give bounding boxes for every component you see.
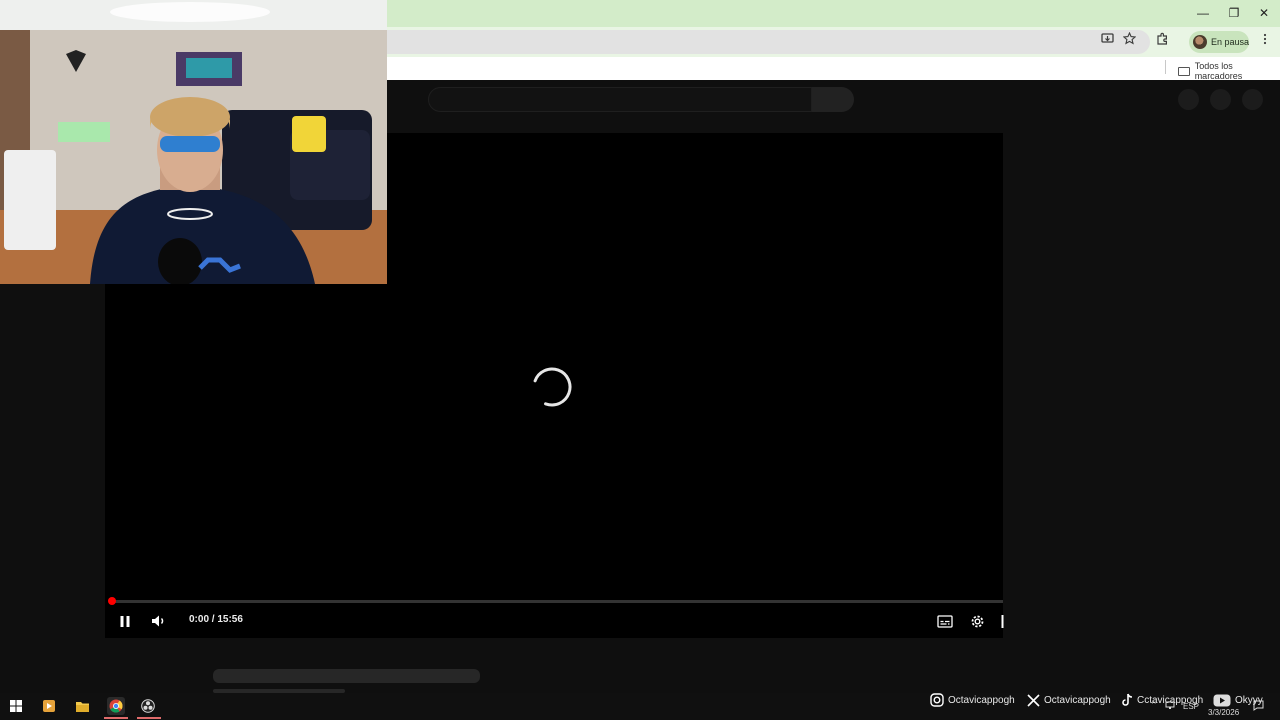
- obs-icon[interactable]: [139, 697, 157, 715]
- minimize-button[interactable]: —: [1188, 4, 1218, 22]
- chrome-icon[interactable]: [107, 697, 125, 715]
- title-placeholder: [213, 669, 480, 683]
- close-button[interactable]: ✕: [1249, 4, 1279, 22]
- youtube-icon: [1213, 694, 1231, 706]
- volume-icon[interactable]: [150, 612, 168, 630]
- search-input[interactable]: [428, 87, 812, 112]
- input-language[interactable]: ESP: [1183, 702, 1199, 711]
- bookmark-star-icon[interactable]: [1120, 31, 1138, 50]
- instagram-icon: [930, 693, 944, 707]
- avatar: [1193, 35, 1207, 49]
- all-bookmarks-folder[interactable]: Todos los marcadores: [1178, 61, 1280, 81]
- bookmarks-divider: [1165, 60, 1166, 74]
- progress-scrubber[interactable]: [108, 597, 116, 605]
- time-display: 0:00 / 15:56: [189, 614, 243, 625]
- extensions-icon[interactable]: [1153, 32, 1171, 50]
- windows-start-icon[interactable]: [7, 697, 25, 715]
- active-app-indicator: [104, 717, 128, 719]
- network-icon[interactable]: [1165, 701, 1175, 712]
- fullscreen-button[interactable]: [999, 612, 1005, 630]
- search-button[interactable]: [812, 87, 854, 112]
- webcam-overlay: [0, 0, 387, 284]
- social-x: Octavicappogh: [1027, 693, 1111, 707]
- more-menu-icon[interactable]: [1256, 32, 1274, 50]
- header-action-placeholder[interactable]: [1178, 89, 1199, 110]
- header-action-placeholder[interactable]: [1242, 89, 1263, 110]
- restore-button[interactable]: ❐: [1219, 4, 1249, 22]
- social-handle: Octavicappogh: [948, 694, 1015, 706]
- all-bookmarks-label: Todos los marcadores: [1194, 61, 1243, 81]
- install-app-icon[interactable]: [1098, 32, 1116, 50]
- folder-icon: [1178, 66, 1190, 76]
- notifications-icon[interactable]: [1253, 700, 1264, 713]
- social-handle: Octavicappogh: [1044, 694, 1111, 706]
- media-player-icon[interactable]: [40, 697, 58, 715]
- tiktok-icon: [1122, 693, 1133, 706]
- progress-bar[interactable]: [111, 600, 1003, 603]
- x-icon: [1027, 693, 1040, 707]
- profile-status-label: En pausa: [1210, 37, 1250, 47]
- settings-gear-icon[interactable]: [968, 612, 986, 630]
- file-explorer-icon[interactable]: [73, 697, 91, 715]
- tray-expand-icon[interactable]: ⌃: [1150, 700, 1158, 711]
- clock-date[interactable]: 3/3/2026: [1208, 708, 1239, 717]
- pause-button[interactable]: [117, 612, 133, 630]
- header-action-placeholder[interactable]: [1210, 89, 1231, 110]
- profile-button[interactable]: En pausa: [1189, 31, 1249, 53]
- social-instagram: Octavicappogh: [930, 693, 1015, 707]
- loading-spinner-icon: [532, 367, 572, 407]
- subtitles-icon[interactable]: [936, 612, 954, 630]
- active-app-indicator: [137, 717, 161, 719]
